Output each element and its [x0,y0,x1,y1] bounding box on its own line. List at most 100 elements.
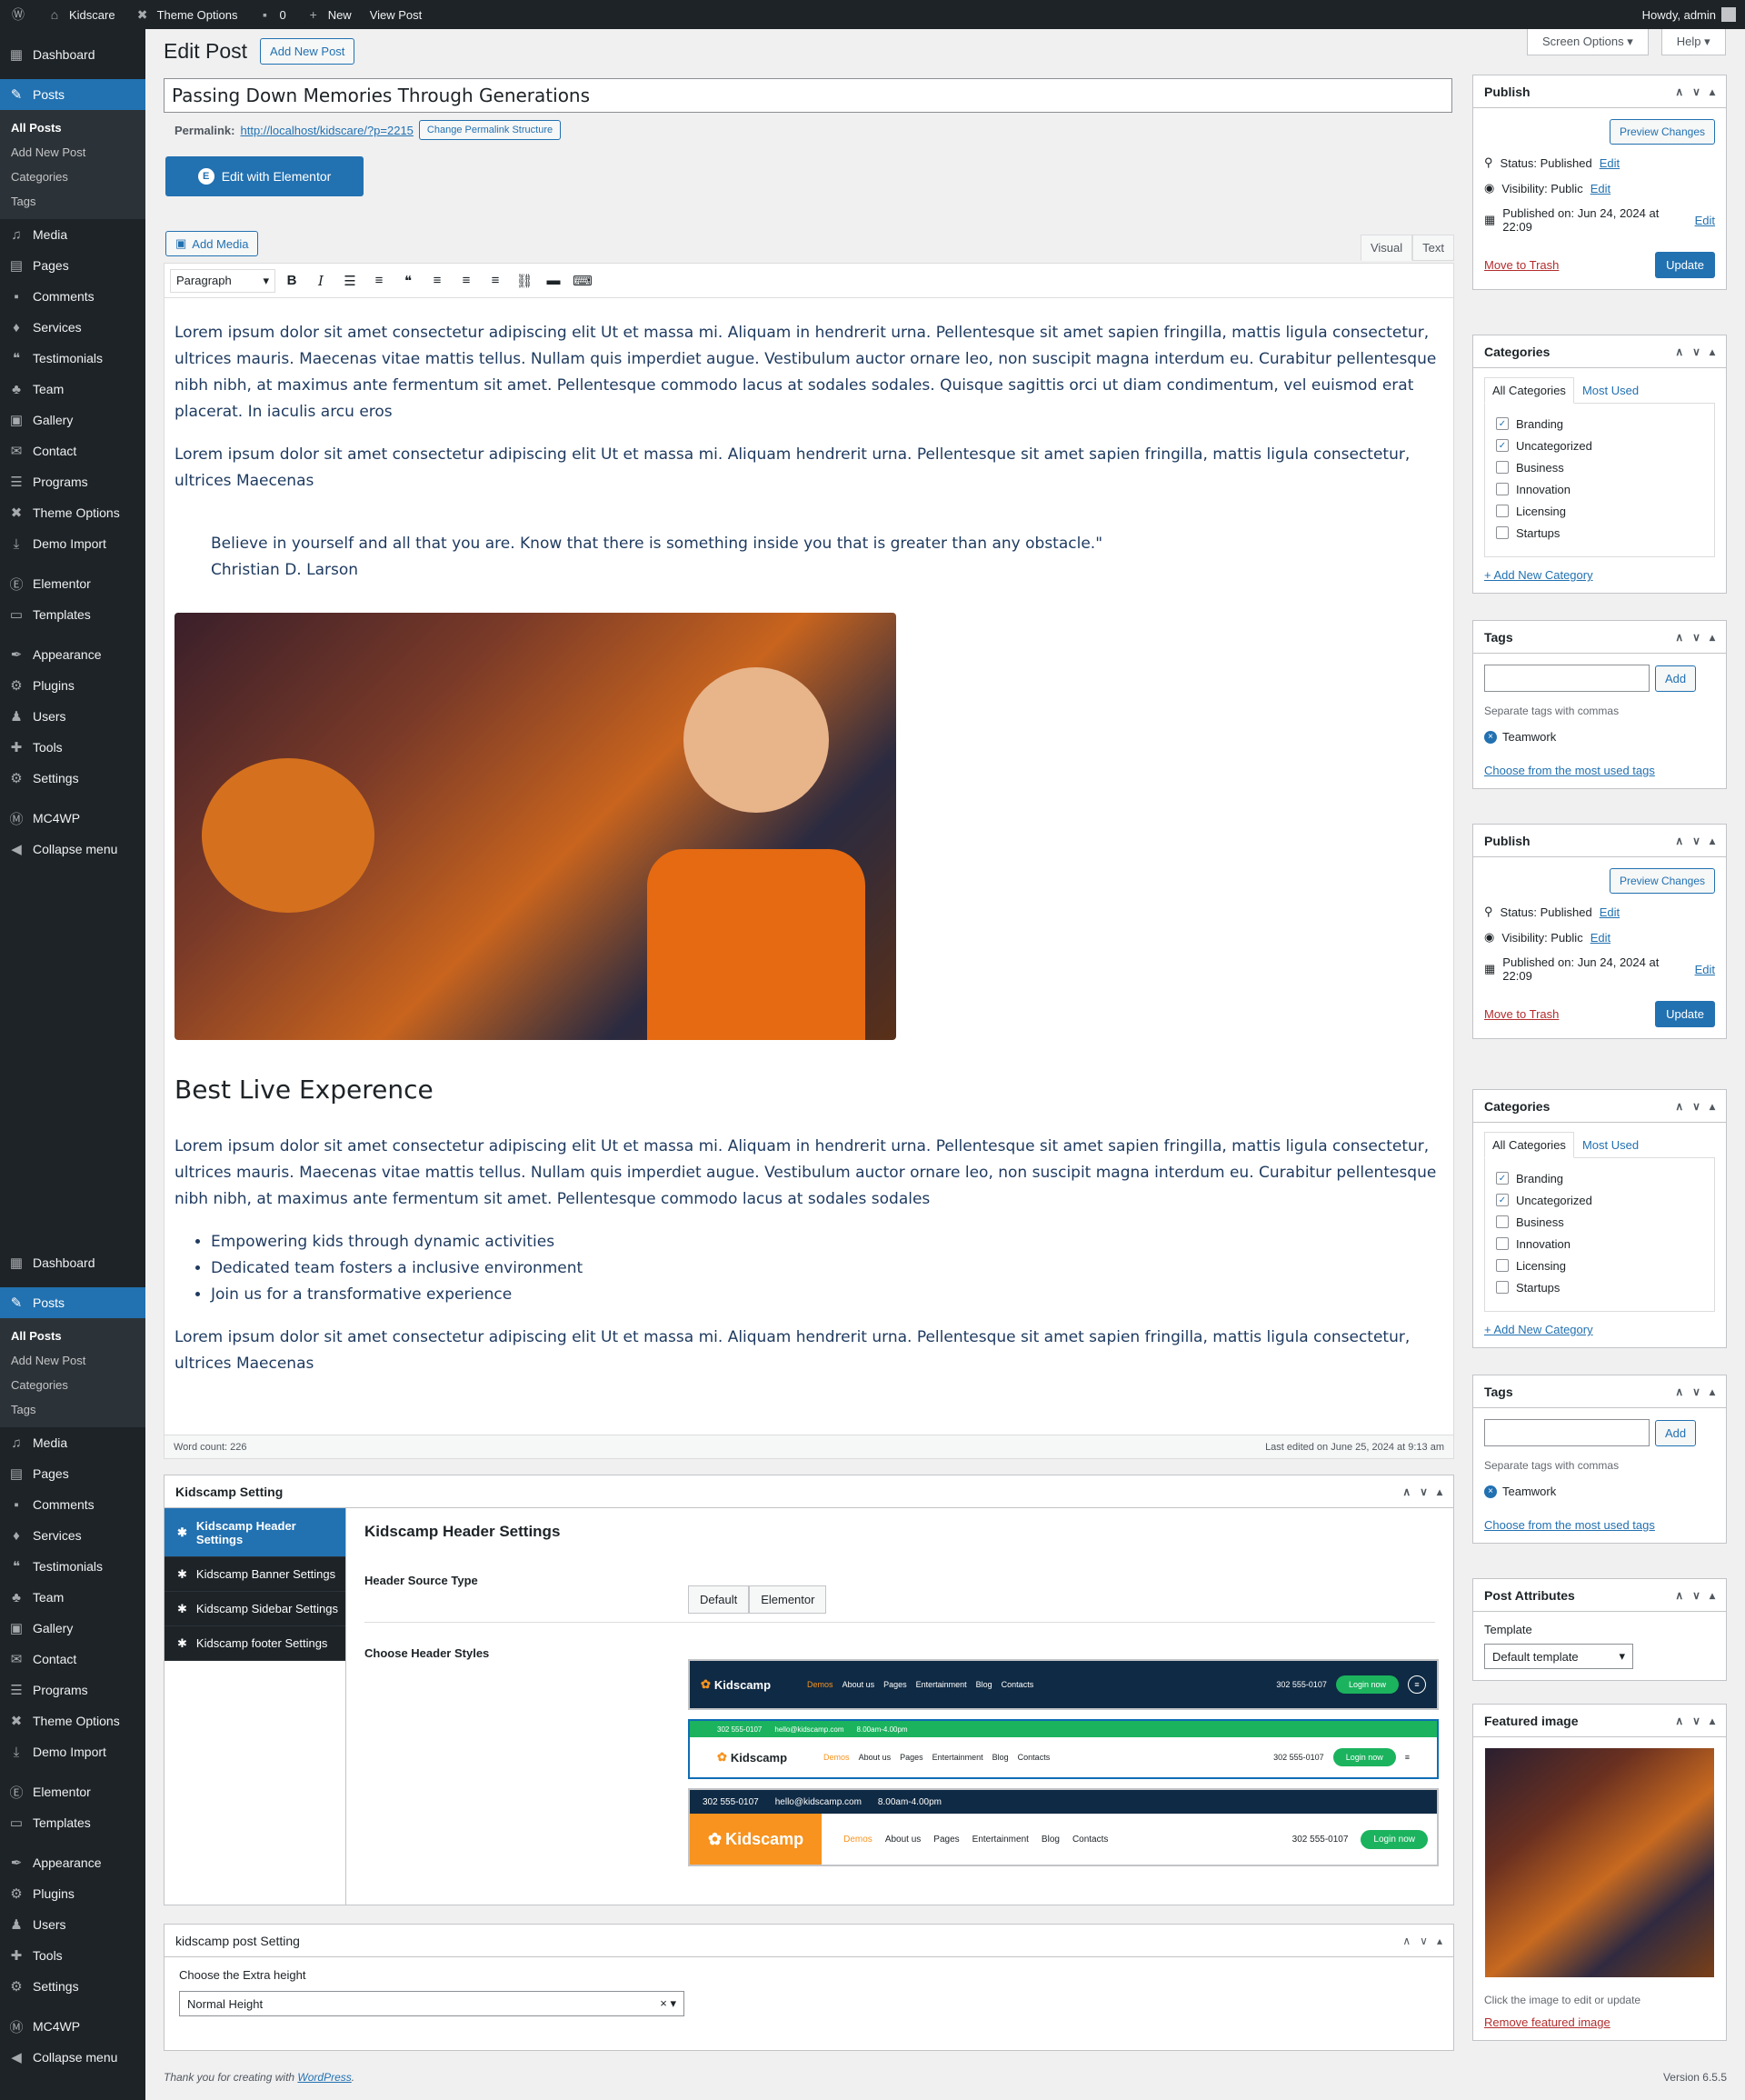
checkbox[interactable] [1496,483,1509,495]
menu-item-team[interactable]: ♣ Team [0,374,145,405]
update-button[interactable]: Update [1655,1001,1715,1027]
checkbox[interactable]: ✓ [1496,417,1509,430]
kidscamp-post-header[interactable]: kidscamp post Setting ∧ ∨ ▴ [165,1925,1453,1957]
add-category-link[interactable]: + Add New Category [1484,568,1593,582]
chevron-down-icon[interactable]: ∨ [1420,1485,1428,1498]
permalink-url[interactable]: http://localhost/kidscare/?p=2215 [240,124,413,137]
category-checkbox[interactable]: Startups [1496,522,1703,544]
tab-text[interactable]: Text [1412,235,1454,261]
tab-all-categories[interactable]: All Categories [1484,377,1574,404]
menu-item-templates[interactable]: ▭ Templates [0,1807,145,1838]
italic-icon[interactable]: I [308,268,334,294]
nav-header-settings[interactable]: ✱ Kidscamp Header Settings [165,1508,345,1557]
category-checkbox[interactable]: ✓ Branding [1496,1167,1703,1189]
bold-icon[interactable]: B [279,268,304,294]
edit-visibility-link[interactable]: Edit [1590,931,1610,945]
numbered-list-icon[interactable]: ≡ [366,268,392,294]
submenu-item[interactable]: Add New Post [0,1348,145,1373]
category-checkbox[interactable]: Business [1496,1211,1703,1233]
align-center-icon[interactable]: ≡ [454,268,479,294]
post-image[interactable] [174,613,896,1040]
preview-changes-button[interactable]: Preview Changes [1609,868,1715,894]
menu-item-theme-options[interactable]: ✖ Theme Options [0,1705,145,1736]
category-checkbox[interactable]: ✓ Branding [1496,413,1703,435]
chevron-up-icon[interactable]: ∧ [1675,631,1683,644]
menu-item-team[interactable]: ♣ Team [0,1582,145,1613]
checkbox[interactable] [1496,461,1509,474]
menu-item-elementor[interactable]: Ⓔ Elementor [0,1776,145,1807]
menu-item-dashboard[interactable]: ▦ Dashboard [0,39,145,70]
box-header[interactable]: Categories ∧ ∨ ▴ [1473,1090,1726,1123]
update-button[interactable]: Update [1655,252,1715,278]
menu-item-plugins[interactable]: ⚙ Plugins [0,1878,145,1909]
menu-item-gallery[interactable]: ▣ Gallery [0,405,145,435]
extra-height-select[interactable]: Normal Height × ▾ [179,1991,684,2016]
menu-item-settings[interactable]: ⚙ Settings [0,763,145,794]
category-checkbox[interactable]: Innovation [1496,478,1703,500]
header-style-2[interactable]: 302 555-0107 hello@kidscamp.com 8.00am-4.0… [688,1719,1439,1779]
chevron-down-icon[interactable]: ∨ [1692,1589,1700,1602]
chevron-up-icon[interactable]: ∧ [1675,1715,1683,1727]
menu-item-users[interactable]: ♟ Users [0,1909,145,1940]
toggle-icon[interactable]: ▴ [1437,1485,1442,1498]
edit-status-link[interactable]: Edit [1600,905,1620,919]
tag-input[interactable] [1484,1419,1650,1446]
box-header[interactable]: Publish ∧ ∨ ▴ [1473,75,1726,108]
menu-item-contact[interactable]: ✉ Contact [0,1644,145,1675]
menu-item-tools[interactable]: ✚ Tools [0,1940,145,1971]
menu-item-programs[interactable]: ☰ Programs [0,466,145,497]
category-checkbox[interactable]: Licensing [1496,1255,1703,1276]
menu-item-elementor[interactable]: Ⓔ Elementor [0,568,145,599]
tab-visual[interactable]: Visual [1360,235,1413,261]
site-link[interactable]: ⌂ Kidscare [36,0,125,29]
submenu-item[interactable]: Categories [0,165,145,189]
chevron-down-icon[interactable]: ∨ [1692,631,1700,644]
menu-item-settings[interactable]: ⚙ Settings [0,1971,145,2002]
menu-item-services[interactable]: ♦ Services [0,312,145,343]
menu-item-contact[interactable]: ✉ Contact [0,435,145,466]
read-more-icon[interactable]: ▬ [541,268,566,294]
add-tag-button[interactable]: Add [1655,665,1697,692]
choose-tags-link[interactable]: Choose from the most used tags [1484,764,1655,777]
editor-content[interactable]: Lorem ipsum dolor sit amet consectetur a… [165,298,1453,1377]
add-tag-button[interactable]: Add [1655,1419,1697,1446]
checkbox[interactable]: ✓ [1496,439,1509,452]
edit-with-elementor-button[interactable]: E Edit with Elementor [165,156,364,196]
menu-item-testimonials[interactable]: ❝ Testimonials [0,1551,145,1582]
category-checkbox[interactable]: ✓ Uncategorized [1496,435,1703,456]
box-header[interactable]: Publish ∧ ∨ ▴ [1473,825,1726,857]
bullet-list-icon[interactable]: ☰ [337,268,363,294]
menu-item-posts[interactable]: ✎ Posts [0,1287,145,1318]
align-left-icon[interactable]: ≡ [424,268,450,294]
category-checkbox[interactable]: Licensing [1496,500,1703,522]
new-link[interactable]: + New [295,0,361,29]
chevron-down-icon[interactable]: ∨ [1420,1935,1428,1947]
chevron-up-icon[interactable]: ∧ [1675,1385,1683,1398]
menu-item-dashboard[interactable]: ▦ Dashboard [0,1247,145,1278]
wordpress-link[interactable]: WordPress [297,2071,351,2084]
category-checkbox[interactable]: ✓ Uncategorized [1496,1189,1703,1211]
remove-tag-icon[interactable]: × [1484,730,1497,744]
box-header[interactable]: Tags ∧ ∨ ▴ [1473,621,1726,654]
category-checkbox[interactable]: Startups [1496,1276,1703,1298]
view-post-link[interactable]: View Post [361,0,432,29]
menu-item-tools[interactable]: ✚ Tools [0,732,145,763]
menu-item-users[interactable]: ♟ Users [0,701,145,732]
chevron-up-icon[interactable]: ∧ [1402,1485,1411,1498]
link-icon[interactable]: ⛓ [512,268,537,294]
kidscamp-setting-header[interactable]: Kidscamp Setting ∧ ∨ ▴ [165,1475,1453,1508]
tab-all-categories[interactable]: All Categories [1484,1132,1574,1158]
category-checkbox[interactable]: Innovation [1496,1233,1703,1255]
chevron-down-icon[interactable]: ∨ [1692,345,1700,358]
nav-banner-settings[interactable]: ✱ Kidscamp Banner Settings [165,1557,345,1592]
nav-footer-settings[interactable]: ✱ Kidscamp footer Settings [165,1626,345,1661]
box-header[interactable]: Post Attributes ∧ ∨ ▴ [1473,1579,1726,1612]
screen-options-button[interactable]: Screen Options ▾ [1527,29,1649,55]
toggle-icon[interactable]: ▴ [1710,345,1715,358]
theme-options-link[interactable]: ✖ Theme Options [125,0,247,29]
tag-input[interactable] [1484,665,1650,692]
chevron-down-icon[interactable]: ∨ [1692,85,1700,98]
submenu-item[interactable]: All Posts [0,115,145,140]
tab-most-used[interactable]: Most Used [1574,1132,1647,1158]
menu-item-plugins[interactable]: ⚙ Plugins [0,670,145,701]
